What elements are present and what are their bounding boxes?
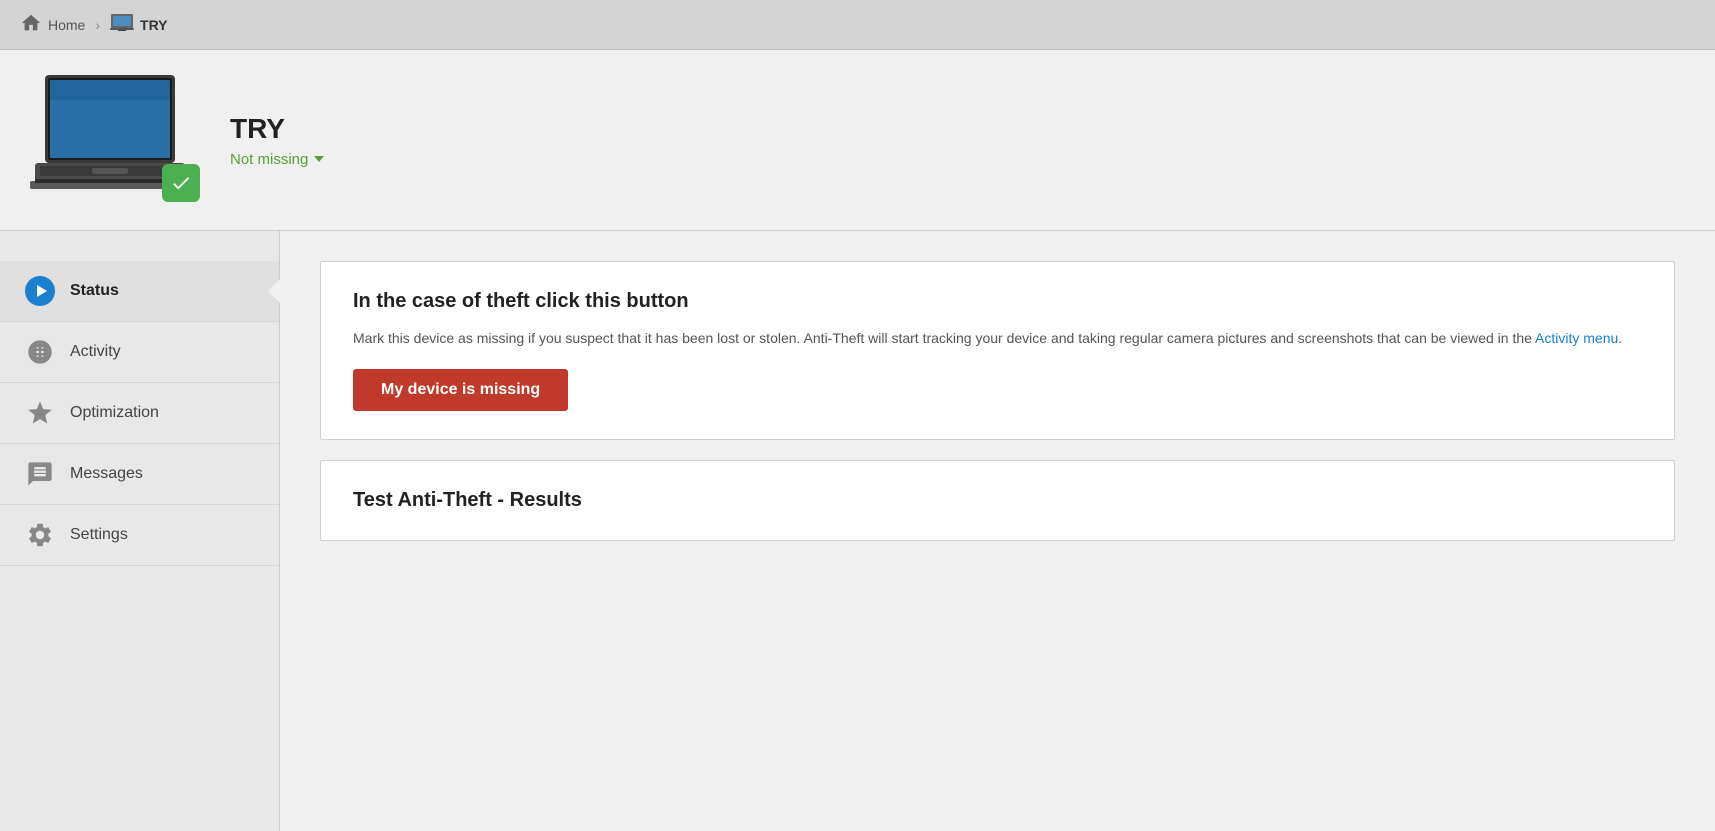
home-icon bbox=[20, 12, 42, 37]
activity-menu-link[interactable]: Activity menu. bbox=[1535, 330, 1622, 346]
theft-card-desc-text: Mark this device as missing if you suspe… bbox=[353, 330, 1532, 346]
theft-card-title: In the case of theft click this button bbox=[353, 290, 1642, 313]
results-card: Test Anti-Theft - Results bbox=[320, 460, 1675, 541]
main-layout: Status Activity Optimization bbox=[0, 231, 1715, 831]
device-status-label: Not missing bbox=[230, 151, 308, 168]
sidebar-item-optimization[interactable]: Optimization bbox=[0, 383, 279, 444]
settings-icon bbox=[24, 519, 56, 551]
device-image-wrapper bbox=[30, 70, 200, 210]
current-nav: TRY bbox=[110, 13, 167, 36]
home-label: Home bbox=[48, 17, 85, 33]
activity-icon bbox=[24, 336, 56, 368]
results-card-title: Test Anti-Theft - Results bbox=[353, 489, 1642, 512]
sidebar-item-settings[interactable]: Settings bbox=[0, 505, 279, 566]
theft-card-description: Mark this device as missing if you suspe… bbox=[353, 327, 1642, 349]
sidebar-label-settings: Settings bbox=[70, 526, 128, 544]
device-status-dropdown[interactable]: Not missing bbox=[230, 151, 324, 168]
device-header: TRY Not missing bbox=[0, 50, 1715, 231]
play-icon bbox=[25, 276, 55, 306]
messages-icon bbox=[24, 458, 56, 490]
sidebar-label-activity: Activity bbox=[70, 343, 121, 361]
status-icon bbox=[24, 275, 56, 307]
sidebar-label-optimization: Optimization bbox=[70, 404, 159, 422]
sidebar-item-messages[interactable]: Messages bbox=[0, 444, 279, 505]
home-nav-link[interactable]: Home bbox=[20, 12, 85, 37]
my-device-missing-button[interactable]: My device is missing bbox=[353, 369, 568, 411]
optimization-icon bbox=[24, 397, 56, 429]
sidebar: Status Activity Optimization bbox=[0, 231, 280, 831]
content-area: In the case of theft click this button M… bbox=[280, 231, 1715, 831]
checkmark-icon bbox=[170, 172, 192, 194]
laptop-nav-icon bbox=[110, 13, 134, 36]
sidebar-item-activity[interactable]: Activity bbox=[0, 322, 279, 383]
status-dropdown-arrow bbox=[314, 156, 324, 162]
sidebar-label-status: Status bbox=[70, 282, 119, 300]
device-name: TRY bbox=[230, 113, 324, 145]
theft-card: In the case of theft click this button M… bbox=[320, 261, 1675, 440]
current-nav-label: TRY bbox=[140, 17, 167, 33]
sidebar-item-status[interactable]: Status bbox=[0, 261, 279, 322]
top-nav: Home › TRY bbox=[0, 0, 1715, 50]
device-info: TRY Not missing bbox=[230, 113, 324, 168]
device-status-badge bbox=[162, 164, 200, 202]
nav-separator: › bbox=[95, 17, 100, 33]
sidebar-label-messages: Messages bbox=[70, 465, 143, 483]
